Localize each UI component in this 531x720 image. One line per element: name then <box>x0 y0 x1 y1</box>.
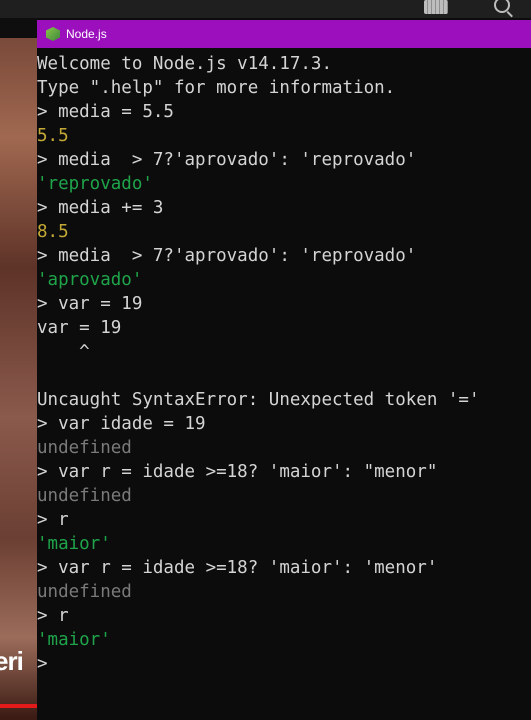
terminal-line: Uncaught SyntaxError: Unexpected token '… <box>37 390 480 410</box>
background-video-area <box>0 18 37 720</box>
terminal-line: 'reprovado' <box>37 174 153 194</box>
terminal-line: ^ <box>37 342 90 362</box>
terminal-line: 'aprovado' <box>37 270 143 290</box>
terminal-line: var = 19 <box>37 318 122 338</box>
background-topbar <box>0 0 531 18</box>
search-icon[interactable] <box>494 0 510 13</box>
background-partial-text: eri <box>0 646 24 676</box>
nodejs-icon <box>46 27 60 41</box>
terminal-line: Welcome to Node.js v14.17.3. <box>37 54 333 74</box>
terminal-line: > var = 19 <box>37 294 143 314</box>
terminal-line: > media += 3 <box>37 198 164 218</box>
terminal-line: > var r = idade >=18? 'maior': 'menor' <box>37 558 438 578</box>
terminal-line: > var r = idade >=18? 'maior': "menor" <box>37 462 438 482</box>
terminal-line: 8.5 <box>37 222 69 242</box>
window-titlebar[interactable]: Node.js <box>37 20 531 48</box>
nodejs-console-window[interactable]: Node.js Welcome to Node.js v14.17.3. Type… <box>37 20 531 720</box>
terminal-line: 'maior' <box>37 630 111 650</box>
terminal-line: undefined <box>37 486 132 506</box>
terminal-line: Type ".help" for more information. <box>37 78 396 98</box>
terminal-line: > media > 7?'aprovado': 'reprovado' <box>37 246 417 266</box>
terminal-line: 'maior' <box>37 534 111 554</box>
prompt-line[interactable]: > <box>37 652 531 676</box>
terminal-line: > var idade = 19 <box>37 414 206 434</box>
terminal-line: 5.5 <box>37 126 69 146</box>
terminal-line: undefined <box>37 582 132 602</box>
video-progress-bar[interactable] <box>0 704 37 708</box>
keyboard-icon[interactable] <box>424 0 448 14</box>
terminal-line: undefined <box>37 438 132 458</box>
terminal-line: > r <box>37 510 69 530</box>
terminal-line: > media > 7?'aprovado': 'reprovado' <box>37 150 417 170</box>
window-title: Node.js <box>66 27 107 41</box>
terminal-line: > media = 5.5 <box>37 102 174 122</box>
terminal-output[interactable]: Welcome to Node.js v14.17.3. Type ".help"… <box>37 48 531 676</box>
terminal-line: > r <box>37 606 69 626</box>
